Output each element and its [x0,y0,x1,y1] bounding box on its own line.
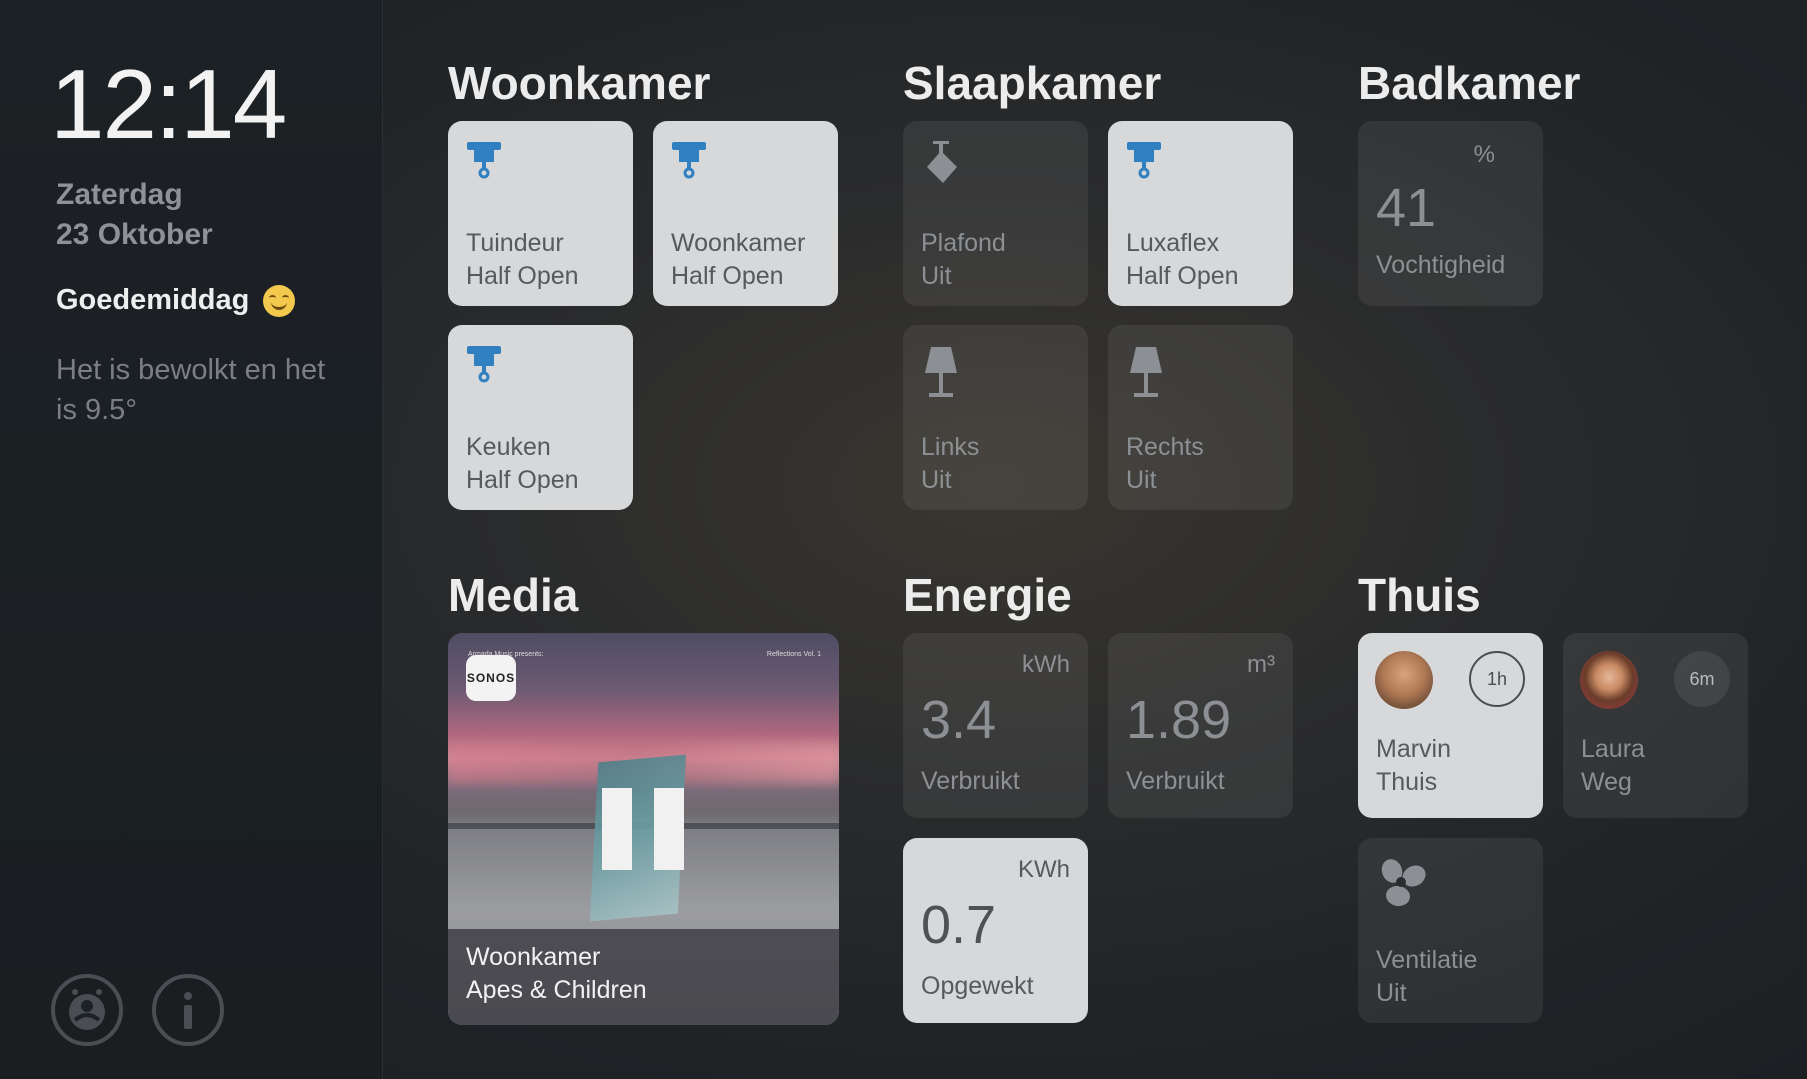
sensor-value: 41 [1376,178,1437,238]
tile-gas-verbruik[interactable]: m³ 1.89 Verbruikt [1108,633,1293,818]
tile-name: Rechts [1126,433,1204,461]
tile-state: Half Open [466,262,579,290]
energy-value: 3.4 [921,690,997,750]
tile-name: Woonkamer [671,229,806,257]
tile-woonkamer[interactable]: Woonkamer Half Open [653,121,838,306]
lamp-icon [925,347,957,397]
sidebar: 12:14 Zaterdag 23 Oktober Goedemiddag He… [0,0,383,1079]
info-button[interactable] [152,974,224,1046]
tile-state: Half Open [1126,262,1239,290]
lamp-icon [1130,347,1162,397]
section-title-media: Media [448,569,579,621]
media-footer: Woonkamer Apes & Children [448,929,839,1025]
sensor-unit: % [1473,141,1495,168]
tile-keuken[interactable]: Keuken Half Open [448,325,633,510]
avatar [1580,651,1638,709]
ceiling-light-icon [927,141,957,183]
tile-name: Keuken [466,433,551,461]
info-icon [184,992,192,1029]
tile-state: Uit [1376,979,1407,1007]
energy-unit: KWh [1017,856,1070,883]
energy-label: Opgewekt [921,972,1034,1000]
energy-unit: m³ [1247,651,1275,678]
media-track: Apes & Children [466,976,647,1004]
tile-state: Half Open [671,262,784,290]
tile-name: Luxaflex [1126,229,1220,257]
time-badge: 6m [1674,651,1730,707]
tile-luxaflex[interactable]: Luxaflex Half Open [1108,121,1293,306]
date: Zaterdag 23 Oktober [56,175,213,255]
tile-tuindeur[interactable]: Tuindeur Half Open [448,121,633,306]
tile-state: Half Open [466,466,579,494]
fan-icon [1381,859,1426,907]
energy-unit: kWh [1022,651,1070,678]
assist-button[interactable] [51,974,123,1046]
avatar [1375,651,1433,709]
tile-state: Uit [921,262,952,290]
tile-rechts[interactable]: Rechts Uit [1108,325,1293,510]
person-state: Weg [1581,768,1632,796]
tile-plafond[interactable]: Plafond Uit [903,121,1088,306]
energy-value: 1.89 [1126,690,1232,750]
tile-links[interactable]: Links Uit [903,325,1088,510]
day-label: Zaterdag [56,178,183,211]
person-state: Thuis [1376,768,1438,796]
time-badge: 1h [1469,651,1525,707]
pause-icon[interactable] [602,788,684,870]
section-title-thuis: Thuis [1358,569,1481,621]
tile-person-laura[interactable]: 6m Laura Weg [1563,633,1748,818]
greeting-text: Goedemiddag [56,284,250,316]
greeting: Goedemiddag [56,284,296,317]
smiley-icon [263,284,296,317]
date-label: 23 Oktober [56,218,213,251]
person-name: Marvin [1376,735,1452,763]
sensor-label: Vochtigheid [1376,251,1506,279]
section-title-badkamer: Badkamer [1358,57,1581,109]
tile-name: Ventilatie [1376,946,1478,974]
person-name: Laura [1581,735,1645,763]
tile-ventilatie[interactable]: Ventilatie Uit [1358,838,1543,1023]
shade-icon [672,142,706,179]
clock: 12:14 [50,49,287,159]
tile-person-marvin[interactable]: 1h Marvin Thuis [1358,633,1543,818]
tile-name: Tuindeur [466,229,564,257]
shade-icon [1127,142,1161,179]
energy-label: Verbruikt [921,767,1020,795]
tile-state: Uit [1126,466,1157,494]
section-title-slaapkamer: Slaapkamer [903,57,1162,109]
shade-icon [467,346,501,383]
energy-label: Verbruikt [1126,767,1225,795]
media-room: Woonkamer [466,943,601,971]
assistant-icon [69,989,105,1030]
tile-name: Plafond [921,229,1006,257]
tile-state: Uit [921,466,952,494]
tile-vochtigheid[interactable]: % 41 Vochtigheid [1358,121,1543,306]
tile-stroom-verbruik[interactable]: kWh 3.4 Verbruikt [903,633,1088,818]
media-player-card[interactable]: Armada Music presents: Reflections Vol. … [448,633,839,1025]
tile-name: Links [921,433,980,461]
section-title-woonkamer: Woonkamer [448,57,711,109]
energy-value: 0.7 [921,895,997,955]
shade-icon [467,142,501,179]
section-title-energie: Energie [903,569,1072,621]
tile-opgewekt[interactable]: KWh 0.7 Opgewekt [903,838,1088,1023]
album-caption-right: Reflections Vol. 1 [766,651,821,658]
sonos-logo: SONOS [466,655,516,701]
weather-text: Het is bewolkt en het is 9.5° [56,354,326,426]
